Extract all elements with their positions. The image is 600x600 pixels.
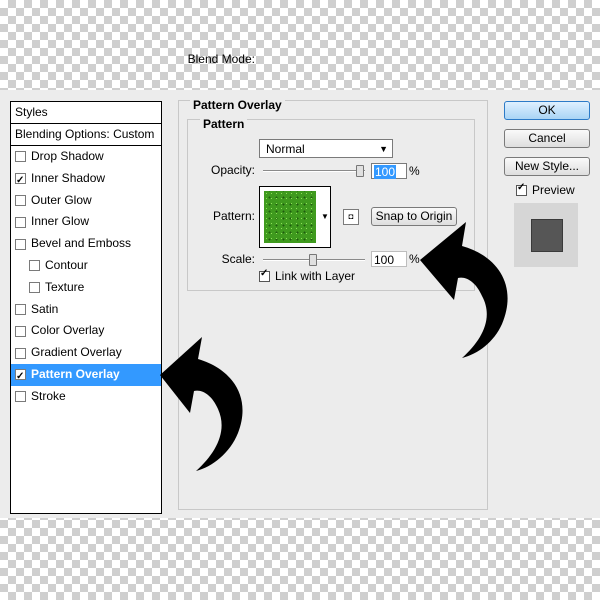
scale-input[interactable]: 100 xyxy=(371,251,407,267)
link-with-layer-label: Link with Layer xyxy=(275,269,356,283)
style-item-label: Inner Shadow xyxy=(31,170,106,185)
style-items: Drop Shadow Inner Shadow Outer Glow Inner G… xyxy=(11,146,161,408)
style-item-checkbox[interactable] xyxy=(29,282,40,294)
curved-arrow-left-icon xyxy=(420,222,508,358)
opacity-label: Opacity: xyxy=(210,163,255,177)
pattern-group-title: Pattern xyxy=(200,117,248,131)
pattern-label: Pattern: xyxy=(212,209,255,223)
opacity-slider-track[interactable] xyxy=(263,170,365,172)
style-item-color-overlay[interactable]: Color Overlay xyxy=(11,320,161,342)
pattern-dropdown-icon[interactable]: ▼ xyxy=(320,186,331,248)
style-item-checkbox[interactable] xyxy=(15,303,26,315)
opacity-slider-thumb[interactable] xyxy=(356,165,364,177)
style-item-satin[interactable]: Satin xyxy=(11,299,161,321)
style-item-checkbox[interactable] xyxy=(15,238,26,250)
style-item-checkbox[interactable] xyxy=(15,216,26,228)
link-with-layer-checkbox[interactable] xyxy=(259,268,270,282)
style-item-checkbox[interactable] xyxy=(15,391,26,403)
style-item-pattern-overlay[interactable]: Pattern Overlay xyxy=(11,363,161,388)
style-item-label: Color Overlay xyxy=(31,323,105,338)
style-item-checkbox[interactable] xyxy=(15,325,26,337)
preview-checkbox[interactable] xyxy=(516,182,527,196)
pattern-swatch[interactable] xyxy=(259,186,321,248)
style-item-gradient-overlay[interactable]: Gradient Overlay xyxy=(11,342,161,364)
style-item-label: Drop Shadow xyxy=(31,149,104,163)
green-glitter-pattern xyxy=(264,191,316,243)
style-item-texture[interactable]: Texture xyxy=(11,277,161,299)
style-item-checkbox[interactable] xyxy=(15,194,26,206)
blend-mode-label: Blend Mode: xyxy=(187,52,255,66)
preview-shape xyxy=(531,219,563,252)
ok-button[interactable]: OK xyxy=(504,101,590,120)
preview-row[interactable]: Preview xyxy=(516,182,575,197)
style-item-bevel-and-emboss[interactable]: Bevel and Emboss xyxy=(11,233,161,255)
style-item-label: Stroke xyxy=(31,388,66,403)
new-preset-icon[interactable]: ◘ xyxy=(343,209,359,225)
opacity-value: 100 xyxy=(374,165,397,179)
style-item-label: Bevel and Emboss xyxy=(31,236,132,251)
style-item-inner-glow[interactable]: Inner Glow xyxy=(11,211,161,233)
style-item-checkbox[interactable] xyxy=(15,170,26,192)
style-item-inner-shadow[interactable]: Inner Shadow xyxy=(11,168,161,192)
style-item-checkbox[interactable] xyxy=(15,151,26,163)
preview-thumbnail xyxy=(514,203,578,267)
pattern-overlay-title: Pattern Overlay xyxy=(190,98,285,112)
style-item-drop-shadow[interactable]: Drop Shadow xyxy=(11,146,161,168)
scale-value: 100 xyxy=(374,253,395,267)
curved-arrow-left-icon xyxy=(160,337,243,471)
style-item-checkbox[interactable] xyxy=(15,366,26,388)
style-item-checkbox[interactable] xyxy=(15,347,26,359)
styles-list: Styles Blending Options: Custom Drop Sha… xyxy=(10,101,162,514)
blending-options-item[interactable]: Blending Options: Custom xyxy=(11,124,161,146)
blend-mode-select[interactable]: Normal ▼ xyxy=(259,139,393,158)
style-item-label: Pattern Overlay xyxy=(31,366,120,381)
style-item-stroke[interactable]: Stroke xyxy=(11,386,161,408)
style-item-label: Gradient Overlay xyxy=(31,345,122,360)
style-item-outer-glow[interactable]: Outer Glow xyxy=(11,190,161,212)
link-with-layer-row[interactable]: Link with Layer xyxy=(259,268,356,283)
cancel-button[interactable]: Cancel xyxy=(504,129,590,148)
scale-label: Scale: xyxy=(221,252,255,266)
styles-header: Styles xyxy=(11,102,161,124)
style-item-label: Satin xyxy=(31,301,59,316)
new-style-button[interactable]: New Style... xyxy=(504,157,590,176)
style-item-label: Inner Glow xyxy=(31,214,90,229)
scale-slider-thumb[interactable] xyxy=(309,254,317,266)
style-item-label: Texture xyxy=(45,279,85,294)
opacity-unit: % xyxy=(409,164,420,178)
scale-unit: % xyxy=(409,252,420,266)
chevron-down-icon: ▼ xyxy=(379,144,388,154)
opacity-input[interactable]: 100 xyxy=(371,163,407,179)
style-item-label: Contour xyxy=(45,257,88,272)
style-item-label: Outer Glow xyxy=(31,192,92,207)
style-item-contour[interactable]: Contour xyxy=(11,255,161,277)
style-item-checkbox[interactable] xyxy=(29,260,40,272)
blend-mode-value: Normal xyxy=(266,142,305,156)
preview-label: Preview xyxy=(532,183,575,197)
